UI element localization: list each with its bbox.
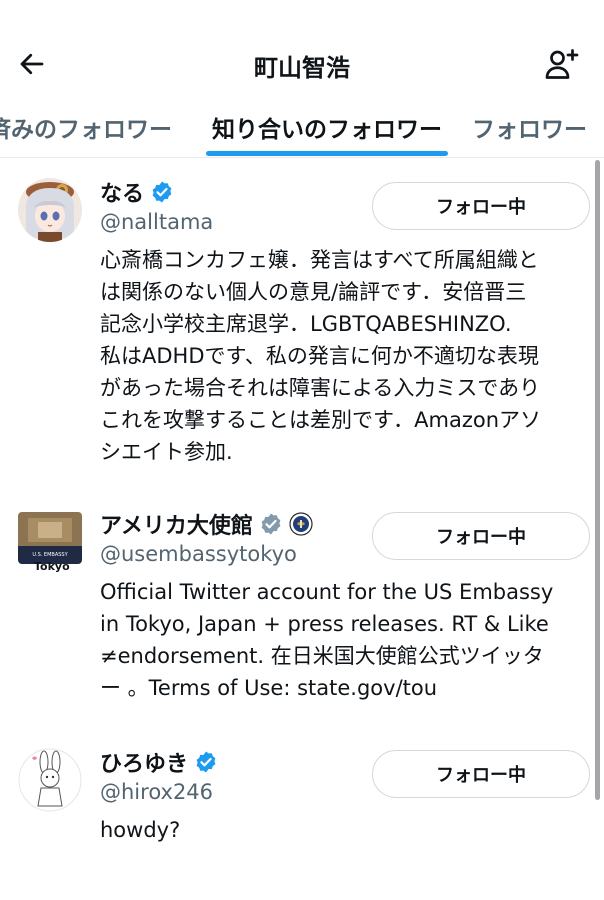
bio-line: Official Twitter account for the US Emba… <box>100 580 554 604</box>
user-name[interactable]: なる <box>100 176 144 208</box>
following-button[interactable]: フォロー中 <box>372 182 590 230</box>
user-name[interactable]: ひろゆき <box>100 746 188 778</box>
tab-known-followers[interactable]: 知り合いのフォロワー <box>212 110 442 144</box>
user-bio: howdy? <box>100 814 590 846</box>
follower-tabs: 済みのフォロワー 知り合いのフォロワー フォロワー <box>0 98 604 158</box>
user-handle: @usembassytokyo <box>100 542 297 566</box>
bio-line: in Tokyo, Japan + press releases. RT & L… <box>100 612 549 636</box>
verified-badge-icon <box>152 181 172 203</box>
embassy-seal-icon <box>289 512 313 536</box>
avatar[interactable] <box>18 178 82 242</box>
user-handle: @hirox246 <box>100 780 214 804</box>
bio-line: ー 。Terms of Use: state.gov/tou <box>100 676 438 700</box>
avatar[interactable] <box>18 748 82 812</box>
bio-line: シエイト参加. <box>100 440 233 464</box>
bio-line: は関係のない個人の意見/論評です．安倍晋三 <box>100 280 527 304</box>
bio-line: ≠endorsement. 在日米国大使館公式ツイッタ <box>100 644 544 668</box>
bio-line: howdy? <box>100 818 181 842</box>
scrollbar[interactable] <box>595 160 600 800</box>
user-name[interactable]: アメリカ大使館 <box>100 508 253 540</box>
bio-line: 記念小学校主席退学．LGBTQABESHINZO. <box>100 312 512 336</box>
tab-verified-followers[interactable]: 済みのフォロワー <box>0 110 172 144</box>
user-bio: 心斎橋コンカフェ嬢．発言はすべて所属組織と は関係のない個人の意見/論評です．安… <box>100 244 590 468</box>
user-bio: Official Twitter account for the US Emba… <box>100 576 590 704</box>
following-button[interactable]: フォロー中 <box>372 750 590 798</box>
add-user-icon <box>545 49 579 79</box>
top-header: 町山智浩 <box>0 0 604 98</box>
add-user-button[interactable] <box>542 44 582 84</box>
tab-followers[interactable]: フォロワー <box>472 110 587 144</box>
avatar[interactable]: U.S. EMBASSY <box>18 512 82 564</box>
name-row: アメリカ大使館 <box>100 508 313 540</box>
active-tab-indicator <box>206 151 448 156</box>
name-row: なる <box>100 176 174 208</box>
user-handle: @nalltama <box>100 210 214 234</box>
name-row: ひろゆき <box>100 746 218 778</box>
bio-line: があった場合それは障害による入力ミスであり <box>100 376 541 400</box>
avatar-caption: U.S. EMBASSY <box>32 552 68 558</box>
avatar-subcaption: Tokyo <box>34 560 70 573</box>
page-title: 町山智浩 <box>254 54 350 82</box>
following-button[interactable]: フォロー中 <box>372 512 590 560</box>
bio-line: これを攻撃することは差別です．Amazonアソ <box>100 408 542 432</box>
bio-line: 私はADHDです、私の発言に何か不適切な表現 <box>100 344 539 368</box>
verified-government-badge-icon <box>261 513 281 535</box>
bio-line: 心斎橋コンカフェ嬢．発言はすべて所属組織と <box>100 248 539 272</box>
verified-badge-icon <box>196 751 216 773</box>
